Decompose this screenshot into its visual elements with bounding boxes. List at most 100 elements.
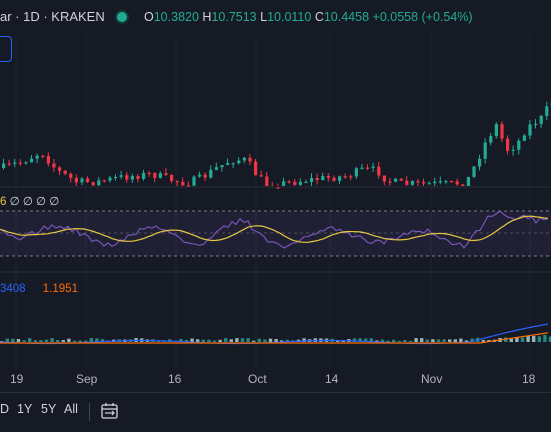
- candle-body: [24, 162, 27, 163]
- candle-body: [394, 179, 397, 182]
- rsi-legend: 6 ∅ ∅ ∅ ∅: [0, 194, 59, 208]
- macd-histogram-bar: [459, 339, 462, 342]
- candle-body: [405, 181, 408, 185]
- candle-body: [534, 124, 537, 125]
- time-axis[interactable]: 19 Sep 16 Oct 14 Nov 18: [0, 368, 551, 390]
- time-tick: Nov: [421, 372, 442, 386]
- candle-body: [153, 173, 156, 178]
- candle-body: [19, 163, 22, 164]
- macd-histogram-bar: [420, 338, 423, 342]
- candle-body: [528, 124, 531, 135]
- macd-histogram-bar: [437, 339, 440, 342]
- macd-histogram-bar: [73, 341, 76, 342]
- macd-histogram-bar: [196, 339, 199, 342]
- macd-histogram-bar: [17, 339, 20, 342]
- macd-histogram-bar: [414, 338, 417, 342]
- macd-histogram-bar: [50, 338, 53, 342]
- candle-body: [64, 171, 67, 174]
- candle-body: [444, 181, 447, 182]
- time-tick: Sep: [76, 372, 97, 386]
- range-button-1y[interactable]: 1Y: [17, 402, 32, 416]
- range-button-5y[interactable]: 5Y: [41, 402, 56, 416]
- calendar-range-icon[interactable]: [100, 402, 120, 420]
- candle-body: [344, 176, 347, 177]
- candle-body: [332, 178, 335, 181]
- macd-histogram-bar: [538, 336, 541, 342]
- candle-body: [327, 176, 330, 178]
- candle-body: [484, 143, 487, 159]
- macd-histogram-bar: [409, 341, 412, 342]
- candle-body: [148, 173, 151, 174]
- candle-body: [540, 116, 543, 124]
- candle-body: [86, 178, 89, 182]
- candle-body: [321, 176, 324, 180]
- macd-histogram-bar: [386, 341, 389, 342]
- candle-body: [103, 180, 106, 181]
- macd-histogram-bar: [6, 339, 9, 342]
- macd-histogram-bar: [252, 341, 255, 342]
- macd-histogram-bar: [448, 339, 451, 342]
- macd-histogram-bar: [241, 338, 244, 342]
- macd-histogram-bar: [230, 339, 233, 342]
- macd-histogram-bar: [442, 339, 445, 342]
- macd-histogram-bar: [258, 339, 261, 342]
- candle-body: [204, 175, 207, 178]
- time-tick: 19: [10, 372, 23, 386]
- candle-body: [254, 162, 257, 176]
- candle-body: [288, 181, 291, 182]
- macd-histogram-bar: [56, 340, 59, 342]
- macd-histogram-bar: [78, 340, 81, 342]
- macd-histogram-bar: [392, 340, 395, 342]
- candle-body: [226, 163, 229, 165]
- candle-body: [478, 159, 481, 167]
- macd-value: 3408: [0, 283, 26, 295]
- candle-body: [276, 187, 279, 188]
- macd-histogram-bar: [526, 336, 529, 342]
- candle-body: [411, 181, 414, 185]
- candle-body: [176, 181, 179, 182]
- macd-histogram: [0, 335, 551, 342]
- range-button-all[interactable]: All: [64, 402, 78, 416]
- candle-body: [310, 178, 313, 182]
- candle-body: [439, 181, 442, 182]
- candle-body: [377, 167, 380, 176]
- price-chart-canvas[interactable]: [0, 0, 551, 368]
- candle-body: [198, 175, 201, 177]
- candle-body: [338, 176, 341, 181]
- candle-body: [349, 176, 352, 177]
- macd-histogram-bar: [431, 339, 434, 342]
- macd-histogram-bar: [426, 340, 429, 342]
- macd-histogram-bar: [207, 340, 210, 342]
- candle-body: [506, 138, 509, 150]
- candle-body: [181, 182, 184, 185]
- time-tick: 18: [522, 372, 535, 386]
- candle-body: [80, 178, 83, 182]
- candle-body: [125, 175, 128, 179]
- macd-histogram-bar: [190, 339, 193, 342]
- bottom-toolbar: D 1Y 5Y All: [0, 392, 551, 432]
- candle-body: [215, 167, 218, 170]
- candle-body: [545, 106, 548, 116]
- candle-body: [159, 173, 162, 178]
- candle-body: [388, 181, 391, 182]
- macd-histogram-bar: [28, 338, 31, 342]
- macd-histogram-bar: [224, 338, 227, 342]
- candle-body: [472, 167, 475, 177]
- candle-body: [495, 124, 498, 136]
- candle-body: [433, 182, 436, 183]
- macd-histogram-bar: [202, 340, 205, 342]
- candle-body: [450, 181, 453, 182]
- candle-body: [108, 178, 111, 181]
- macd-histogram-bar: [11, 339, 14, 342]
- candle-body: [299, 182, 302, 185]
- time-tick: 14: [325, 372, 338, 386]
- macd-histogram-bar: [34, 340, 37, 342]
- candle-body: [422, 182, 425, 183]
- macd-histogram-bar: [39, 340, 42, 342]
- macd-histogram-bar: [454, 339, 457, 342]
- candle-body: [416, 181, 419, 182]
- range-button-d[interactable]: D: [0, 402, 9, 416]
- macd-histogram-bar: [543, 335, 546, 342]
- candle-body: [372, 167, 375, 168]
- candle-body: [237, 161, 240, 164]
